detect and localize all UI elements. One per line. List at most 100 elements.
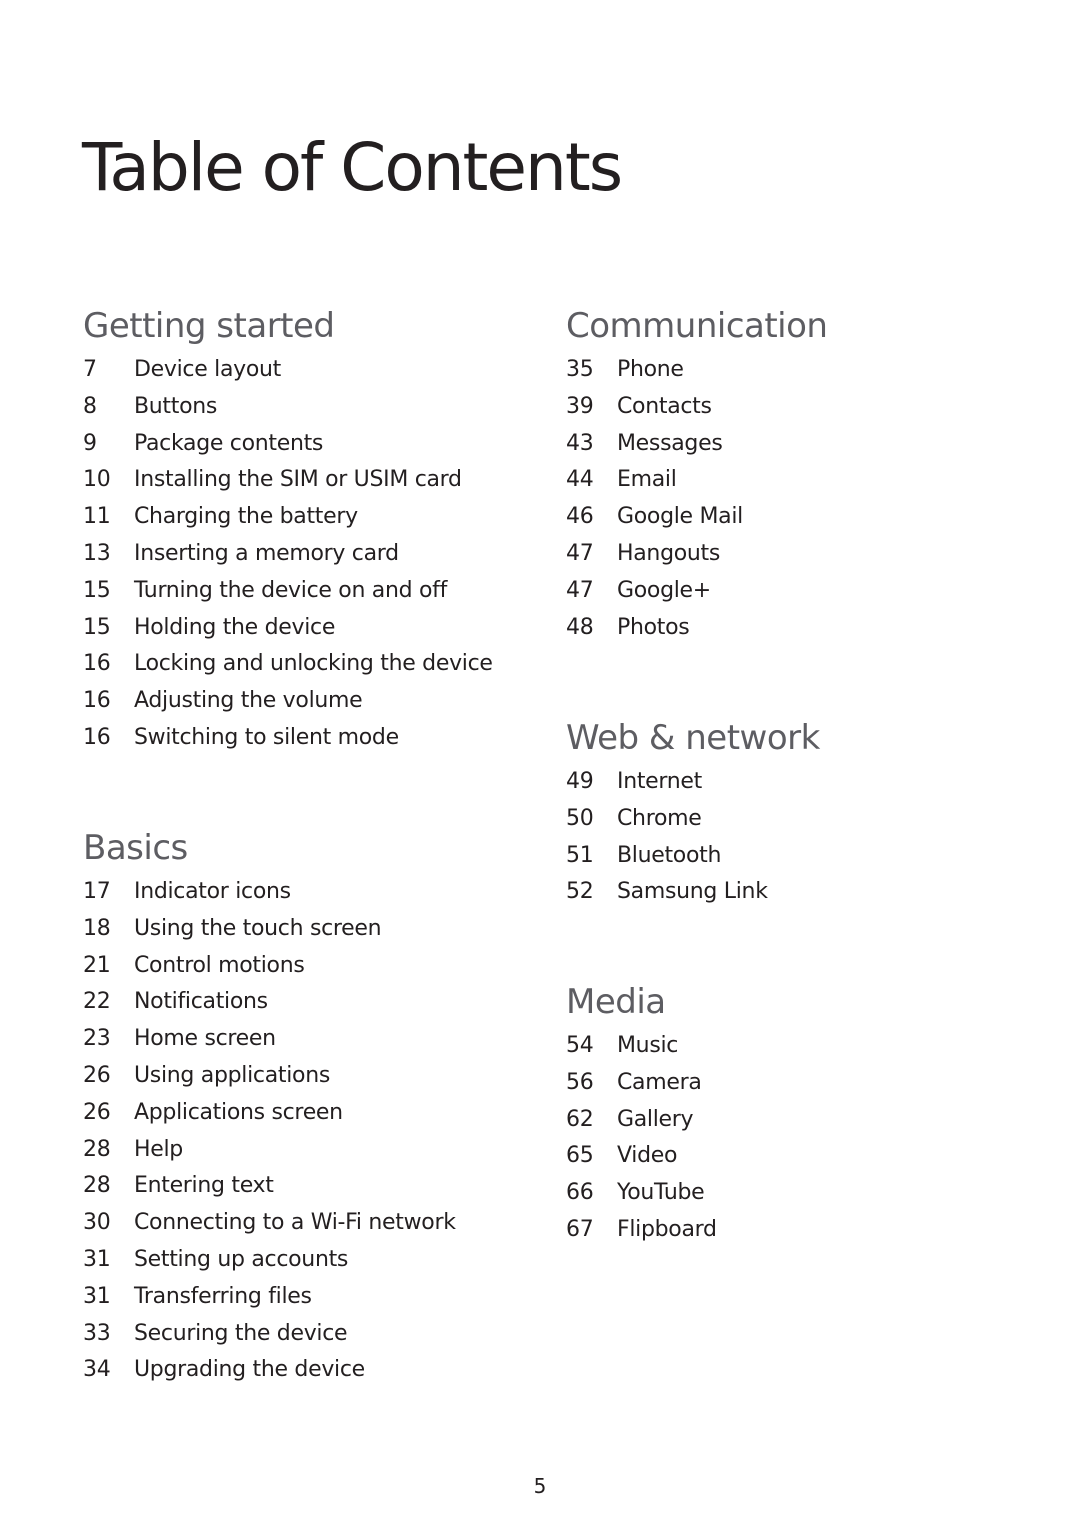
toc-page-number: 31 (83, 1283, 111, 1309)
section-basics: Basics 17 Indicator icons 18 Using the t… (83, 828, 456, 1389)
toc-page-number: 22 (83, 989, 111, 1015)
toc-page-number: 56 (566, 1069, 594, 1095)
toc-entry[interactable]: 65 Video (566, 1138, 717, 1175)
toc-page-number: 11 (83, 504, 111, 530)
toc-entry[interactable]: 46 Google Mail (566, 499, 827, 536)
toc-page-number: 43 (566, 430, 594, 456)
toc-entry[interactable]: 10 Installing the SIM or USIM card (83, 462, 493, 499)
toc-entry[interactable]: 48 Photos (566, 610, 827, 647)
toc-entry-label: Internet (617, 769, 702, 794)
toc-page-number: 8 (83, 393, 97, 419)
toc-page-number: 47 (566, 540, 594, 566)
toc-entry[interactable]: 50 Chrome (566, 801, 820, 838)
toc-entry[interactable]: 28 Entering text (83, 1168, 456, 1205)
toc-entry-label: Installing the SIM or USIM card (134, 467, 462, 493)
toc-entry-label: Package contents (134, 430, 324, 456)
toc-entry-label: Transferring files (134, 1283, 312, 1309)
toc-entry[interactable]: 51 Bluetooth (566, 838, 820, 875)
toc-entry[interactable]: 43 Messages (566, 426, 827, 463)
toc-page-number: 65 (566, 1143, 594, 1169)
toc-entry[interactable]: 34 Upgrading the device (83, 1352, 456, 1389)
toc-page-number: 62 (566, 1106, 594, 1132)
toc-entry[interactable]: 66 YouTube (566, 1175, 717, 1212)
toc-entry[interactable]: 15 Holding the device (83, 610, 493, 647)
toc-entry[interactable]: 26 Applications screen (83, 1095, 456, 1132)
toc-entry[interactable]: 56 Camera (566, 1065, 717, 1102)
toc-entry[interactable]: 31 Transferring files (83, 1279, 456, 1316)
toc-entry-label: Gallery (617, 1106, 694, 1132)
toc-entry[interactable]: 31 Setting up accounts (83, 1242, 456, 1279)
toc-entry[interactable]: 16 Locking and unlocking the device (83, 646, 493, 683)
toc-entry[interactable]: 16 Adjusting the volume (83, 683, 493, 720)
toc-entry[interactable]: 17 Indicator icons (83, 874, 456, 911)
toc-entry[interactable]: 15 Turning the device on and off (83, 573, 493, 610)
toc-entry-label: Samsung Link (617, 879, 768, 905)
toc-entry-label: Google+ (617, 577, 711, 603)
section-heading: Basics (83, 828, 188, 868)
toc-page-number: 48 (566, 614, 594, 640)
toc-entry[interactable]: 13 Inserting a memory card (83, 536, 493, 573)
toc-entry[interactable]: 52 Samsung Link (566, 874, 820, 911)
toc-entry-label: Phone (617, 357, 684, 382)
toc-entry-label: Messages (617, 430, 723, 456)
toc-page-number: 67 (566, 1216, 594, 1242)
toc-entry[interactable]: 18 Using the touch screen (83, 911, 456, 948)
toc-entry[interactable]: 67 Flipboard (566, 1212, 717, 1249)
toc-page-number: 9 (83, 430, 97, 456)
toc-entry[interactable]: 23 Home screen (83, 1021, 456, 1058)
toc-entry[interactable]: 28 Help (83, 1132, 456, 1169)
toc-entry-label: Contacts (617, 393, 712, 419)
toc-entry-label: Video (617, 1143, 678, 1169)
toc-entry[interactable]: 47 Google+ (566, 573, 827, 610)
toc-entry[interactable]: 11 Charging the battery (83, 499, 493, 536)
toc-entry-label: Charging the battery (134, 504, 358, 530)
toc-entry[interactable]: 16 Switching to silent mode (83, 720, 493, 757)
toc-entry[interactable]: 22 Notifications (83, 984, 456, 1021)
toc-entry-label: Indicator icons (134, 879, 291, 904)
toc-entry[interactable]: 62 Gallery (566, 1102, 717, 1139)
toc-entry-label: Turning the device on and off (134, 577, 448, 603)
toc-page-number: 18 (83, 915, 111, 941)
toc-entry-label: Home screen (134, 1026, 276, 1052)
toc-entry[interactable]: 7 Device layout (83, 352, 493, 389)
section-getting-started: Getting started 7 Device layout 8 Button… (83, 306, 493, 757)
toc-page-number: 35 (566, 357, 594, 382)
toc-page-number: 16 (83, 688, 111, 714)
toc-entry-label: Buttons (134, 393, 218, 419)
toc-page-number: 26 (83, 1062, 111, 1088)
toc-page-number: 44 (566, 467, 594, 493)
toc-entry[interactable]: 8 Buttons (83, 389, 493, 426)
toc-entry-label: Google Mail (617, 504, 743, 530)
page-number: 5 (533, 1474, 547, 1498)
toc-entry[interactable]: 21 Control motions (83, 948, 456, 985)
toc-entry[interactable]: 47 Hangouts (566, 536, 827, 573)
toc-page-number: 51 (566, 842, 594, 868)
toc-entry-label: Chrome (617, 805, 702, 831)
toc-page-number: 10 (83, 467, 111, 493)
toc-page-number: 33 (83, 1320, 111, 1346)
toc-entry[interactable]: 33 Securing the device (83, 1316, 456, 1353)
toc-page-number: 52 (566, 879, 594, 905)
toc-entry-label: Photos (617, 614, 690, 640)
toc-page-number: 28 (83, 1136, 111, 1162)
toc-page-number: 50 (566, 805, 594, 831)
toc-page-number: 7 (83, 357, 97, 382)
toc-entry[interactable]: 39 Contacts (566, 389, 827, 426)
toc-page-number: 47 (566, 577, 594, 603)
toc-entry-label: Device layout (134, 357, 281, 382)
toc-entry[interactable]: 26 Using applications (83, 1058, 456, 1095)
toc-entry[interactable]: 54 Music (566, 1028, 717, 1065)
section-communication: Communication 35 Phone 39 Contacts 43 Me… (566, 306, 828, 647)
toc-entry[interactable]: 44 Email (566, 462, 827, 499)
section-heading: Web & network (566, 718, 820, 758)
toc-entry-label: Connecting to a Wi-Fi network (134, 1210, 456, 1236)
toc-entry[interactable]: 30 Connecting to a Wi-Fi network (83, 1205, 456, 1242)
toc-page-number: 26 (83, 1099, 111, 1125)
section-heading: Communication (566, 306, 828, 346)
toc-entry[interactable]: 35 Phone (566, 352, 827, 389)
section-web-network: Web & network 49 Internet 50 Chrome 51 B… (566, 718, 820, 911)
toc-entry[interactable]: 49 Internet (566, 764, 820, 801)
toc-entry-label: YouTube (617, 1180, 705, 1206)
toc-entry[interactable]: 9 Package contents (83, 426, 493, 463)
toc-page-number: 13 (83, 540, 111, 566)
